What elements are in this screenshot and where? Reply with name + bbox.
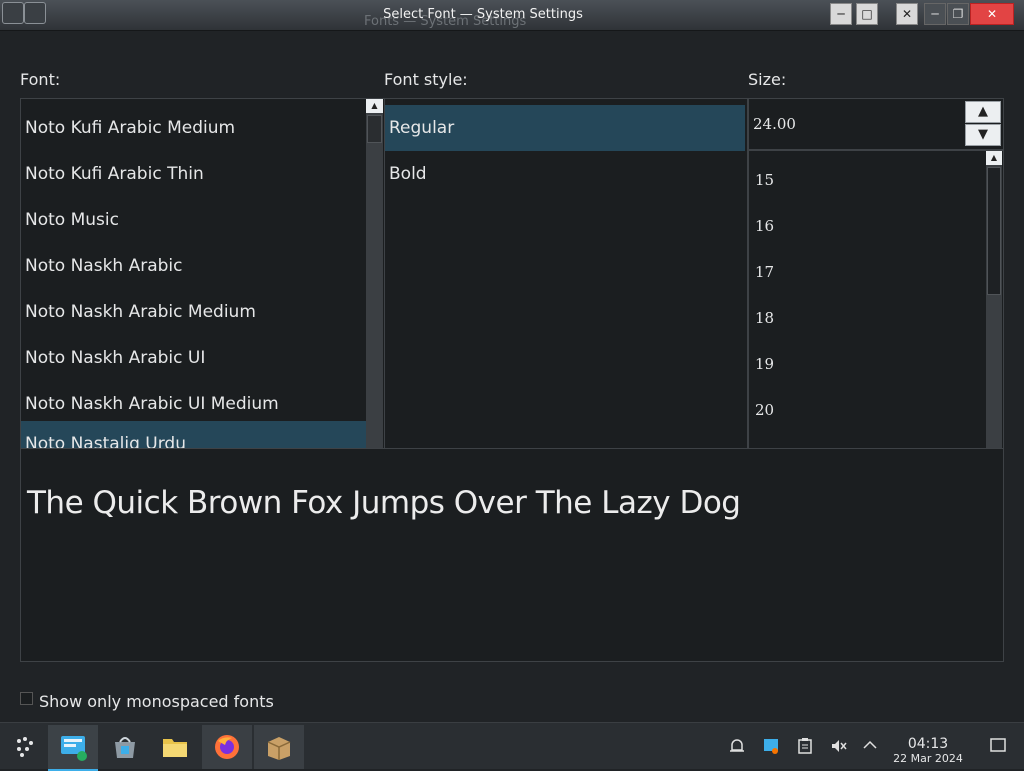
font-list-item[interactable]: Noto Kufi Arabic Medium	[21, 105, 235, 151]
font-list-item[interactable]: Noto Naskh Arabic Medium	[21, 289, 256, 335]
font-list-scrollbar[interactable]: ▲	[366, 99, 383, 449]
title-bar: Fonts — System Settings Select Font — Sy…	[0, 0, 1024, 31]
update-notifier-icon[interactable]	[762, 737, 780, 759]
size-value[interactable]: 24.00	[753, 115, 796, 133]
style-list-item-selected[interactable]: Regular	[385, 105, 745, 151]
font-list-item[interactable]: Noto Naskh Arabic	[21, 243, 183, 289]
style-list-item[interactable]: Bold	[385, 151, 427, 197]
scroll-thumb[interactable]	[987, 167, 1001, 295]
window-title: Select Font — System Settings	[383, 7, 583, 22]
size-list[interactable]: 15 16 17 18 19 20 ▲	[748, 150, 1004, 450]
file-manager-icon[interactable]	[150, 725, 200, 769]
monospace-checkbox-label[interactable]: Show only monospaced fonts	[39, 692, 274, 711]
archive-manager-icon[interactable]	[254, 725, 304, 769]
font-list-item[interactable]: Noto Music	[21, 197, 119, 243]
monospace-checkbox[interactable]	[20, 692, 33, 705]
font-preview[interactable]: The Quick Brown Fox Jumps Over The Lazy …	[20, 448, 1004, 662]
monospace-checkbox-row[interactable]: Show only monospaced fonts	[20, 692, 274, 711]
font-label: Font:	[20, 70, 61, 89]
size-list-item[interactable]: 20	[749, 387, 774, 433]
clipboard-icon[interactable]	[796, 737, 814, 759]
size-decrease-icon[interactable]: ▼	[965, 124, 1001, 146]
clock-date[interactable]: 22 Mar 2024	[890, 753, 966, 765]
size-list-scrollbar[interactable]: ▲	[986, 151, 1002, 449]
preview-text[interactable]: The Quick Brown Fox Jumps Over The Lazy …	[27, 485, 741, 521]
scroll-up-icon[interactable]: ▲	[366, 99, 383, 113]
clock-time[interactable]: 04:13	[890, 737, 966, 751]
bg-restore-button[interactable]: ❐	[947, 3, 969, 25]
close-button[interactable]: ✕	[896, 3, 918, 25]
show-desktop-icon[interactable]	[990, 737, 1006, 757]
volume-muted-icon[interactable]	[830, 737, 848, 759]
size-list-item[interactable]: 15	[749, 157, 774, 203]
taskbar: 04:13 22 Mar 2024	[0, 722, 1024, 771]
maximize-button[interactable]: □	[856, 3, 878, 25]
scroll-thumb[interactable]	[367, 115, 382, 143]
digital-clock[interactable]: 04:13 22 Mar 2024	[890, 737, 966, 765]
size-list-item[interactable]: 16	[749, 203, 774, 249]
font-list[interactable]: Noto Kufi Arabic Medium Noto Kufi Arabic…	[20, 98, 386, 450]
bg-close-button[interactable]: ✕	[970, 3, 1014, 25]
font-list-item-selected[interactable]: Noto Nastaliq Urdu	[21, 421, 366, 449]
font-style-list[interactable]: Regular Bold	[384, 98, 748, 450]
font-style-label: Font style:	[384, 70, 468, 89]
size-spinbox[interactable]: 24.00 ▲ ▼	[748, 98, 1004, 150]
font-list-item[interactable]: Noto Naskh Arabic UI	[21, 335, 205, 381]
discover-store-icon[interactable]	[100, 725, 150, 769]
application-launcher-icon[interactable]	[0, 725, 50, 769]
notifications-icon[interactable]	[728, 737, 746, 759]
size-list-item[interactable]: 19	[749, 341, 774, 387]
size-list-item[interactable]: 18	[749, 295, 774, 341]
system-settings-task-icon[interactable]	[48, 725, 98, 771]
show-hidden-icons-icon[interactable]	[862, 737, 878, 757]
size-label: Size:	[748, 70, 787, 89]
minimize-button[interactable]: ─	[830, 3, 852, 25]
size-list-item[interactable]: 17	[749, 249, 774, 295]
size-increase-icon[interactable]: ▲	[965, 101, 1001, 123]
font-list-item[interactable]: Noto Kufi Arabic Thin	[21, 151, 204, 197]
firefox-icon[interactable]	[202, 725, 252, 769]
scroll-up-icon[interactable]: ▲	[986, 151, 1002, 165]
bg-minimize-button[interactable]: ─	[924, 3, 946, 25]
